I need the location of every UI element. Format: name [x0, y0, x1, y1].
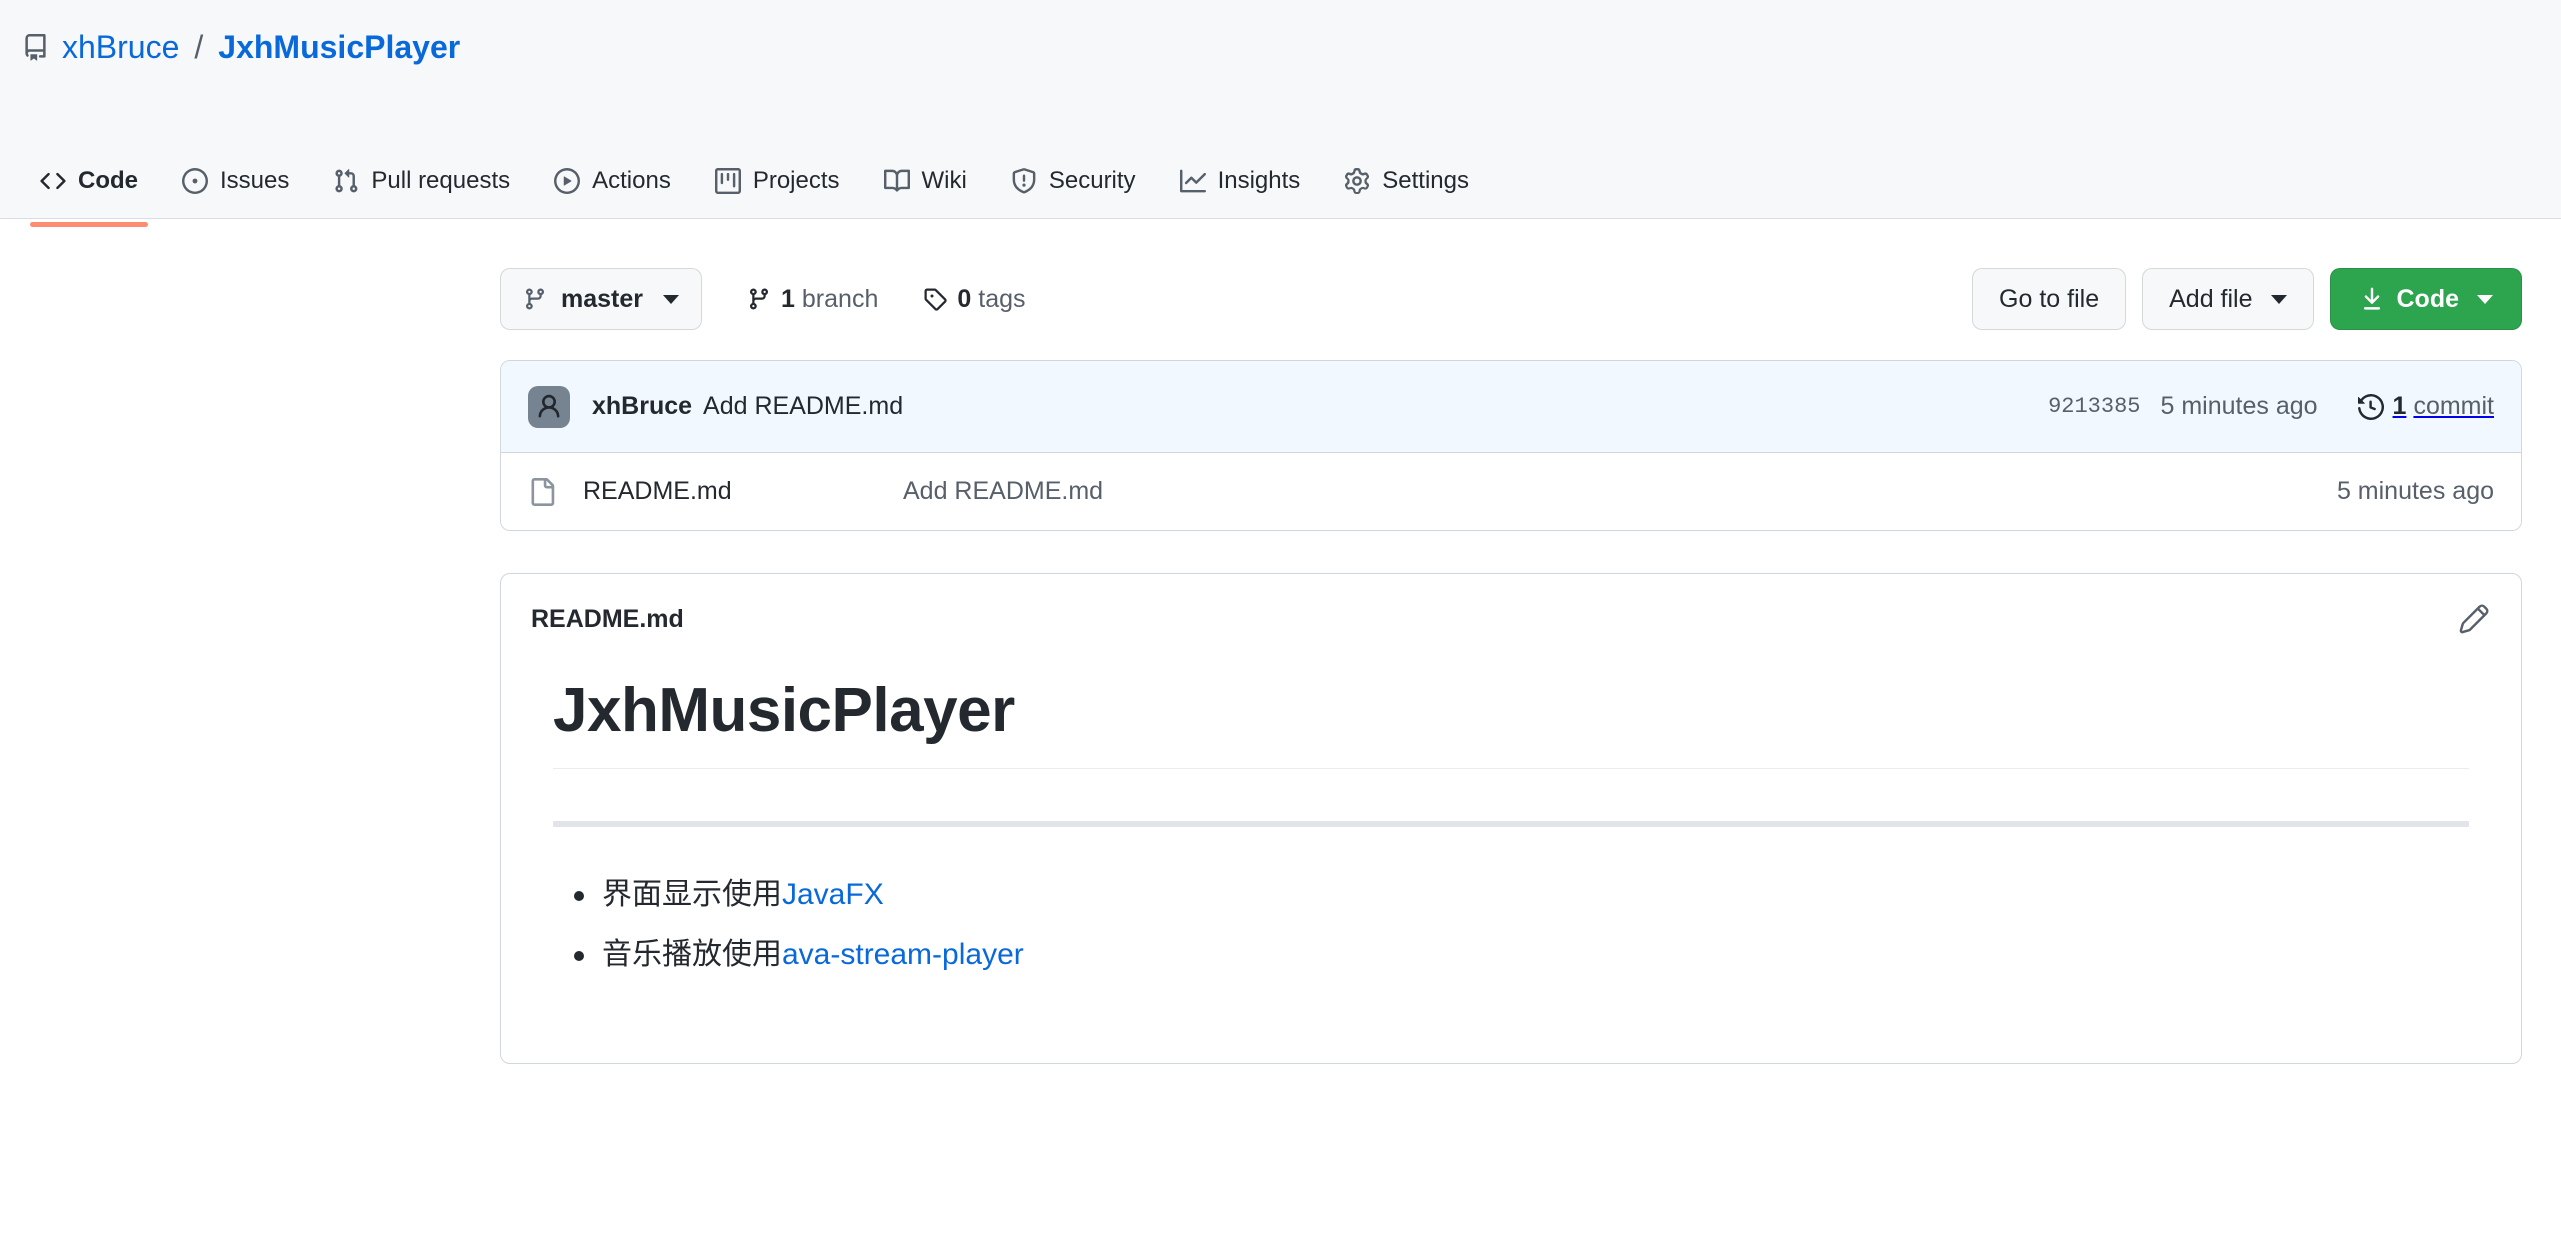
file-name-link[interactable]: README.md: [583, 479, 903, 504]
chevron-down-icon: [2477, 294, 2493, 304]
project-icon: [714, 168, 741, 194]
tag-count-link[interactable]: 0 tags: [923, 284, 1026, 313]
issue-opened-icon: [182, 168, 208, 194]
list-item: 音乐播放使用ava-stream-player: [574, 932, 2469, 979]
readme-heading: JxhMusicPlayer: [553, 672, 2469, 769]
repo-icon: [22, 33, 49, 61]
repo-content-container: master 1 branch 0 tags Go to file Add fi…: [500, 219, 2522, 1064]
chevron-down-icon: [2270, 294, 2287, 304]
tab-insights[interactable]: Insights: [1158, 144, 1323, 218]
commit-count-word: commit: [2413, 392, 2494, 420]
chevron-down-icon: [663, 294, 679, 304]
file-icon: [528, 477, 556, 506]
commit-history-link[interactable]: 1 commit: [2357, 392, 2494, 420]
readme-title: README.md: [531, 604, 684, 633]
code-download-button[interactable]: Code: [2329, 268, 2522, 330]
readme-content: JxhMusicPlayer 界面显示使用JavaFX 音乐播放使用ava-st…: [501, 654, 2521, 1063]
horizontal-rule: [553, 820, 2469, 827]
add-file-button[interactable]: Add file: [2142, 268, 2314, 330]
tab-label-code: Code: [78, 167, 138, 194]
repo-owner-link[interactable]: xhBruce: [62, 31, 179, 63]
tab-label-security: Security: [1048, 167, 1136, 194]
commit-timestamp: 5 minutes ago: [2160, 392, 2318, 420]
download-icon: [2359, 286, 2385, 312]
tag-icon: [923, 287, 948, 311]
file-timestamp: 5 minutes ago: [2336, 477, 2494, 505]
go-to-file-button[interactable]: Go to file: [1972, 268, 2127, 330]
repo-nav: Code Issues Pull requests Actions Projec: [0, 125, 2561, 227]
commit-sha-link[interactable]: 9213385: [2048, 395, 2140, 418]
pencil-icon[interactable]: [2457, 602, 2491, 636]
list-item-link[interactable]: ava-stream-player: [782, 938, 1024, 971]
git-branch-icon: [523, 287, 547, 311]
tab-label-wiki: Wiki: [921, 167, 967, 194]
readme-bullet-list: 界面显示使用JavaFX 音乐播放使用ava-stream-player: [553, 872, 2469, 979]
graph-icon: [1179, 168, 1206, 194]
list-item-link[interactable]: JavaFX: [782, 878, 884, 911]
tab-label-settings: Settings: [1382, 167, 1469, 194]
tab-actions[interactable]: Actions: [532, 144, 693, 218]
shield-icon: [1011, 168, 1037, 194]
tab-label-pull-requests: Pull requests: [371, 167, 511, 194]
gear-icon: [1344, 168, 1370, 194]
tab-projects[interactable]: Projects: [693, 144, 862, 218]
list-item-text: 音乐播放使用: [602, 938, 782, 971]
tab-security[interactable]: Security: [989, 144, 1158, 218]
book-icon: [883, 168, 910, 194]
commit-author-link[interactable]: xhBruce: [592, 394, 692, 419]
readme-box: README.md JxhMusicPlayer 界面显示使用JavaFX 音乐…: [500, 573, 2522, 1064]
file-commit-message[interactable]: Add README.md: [903, 479, 2337, 504]
branch-name-label: master: [561, 284, 643, 313]
avatar[interactable]: [528, 385, 570, 428]
list-item-text: 界面显示使用: [602, 877, 782, 911]
tag-count-word: tags: [978, 284, 1026, 313]
tab-issues[interactable]: Issues: [160, 144, 311, 218]
list-item: 界面显示使用JavaFX: [574, 872, 2469, 919]
branch-selector-button[interactable]: master: [500, 268, 702, 330]
commit-count-number: 1: [2392, 392, 2407, 420]
history-icon: [2357, 393, 2384, 420]
readme-header: README.md: [501, 574, 2521, 654]
commit-message-link[interactable]: Add README.md: [703, 394, 903, 419]
tab-label-issues: Issues: [220, 167, 290, 194]
repo-name-link[interactable]: JxhMusicPlayer: [218, 31, 460, 63]
file-navigation-toolbar: master 1 branch 0 tags Go to file Add fi…: [500, 268, 2522, 330]
code-icon: [40, 168, 66, 194]
play-icon: [554, 168, 581, 194]
tab-label-actions: Actions: [592, 167, 671, 194]
tab-pull-requests[interactable]: Pull requests: [311, 144, 532, 218]
branch-count-link[interactable]: 1 branch: [747, 284, 879, 313]
toolbar-actions: Go to file Add file Code: [1972, 268, 2522, 330]
tab-wiki[interactable]: Wiki: [862, 144, 989, 218]
add-file-label: Add file: [2169, 284, 2253, 313]
branch-count-number: 1: [781, 284, 795, 313]
tab-label-projects: Projects: [752, 167, 840, 194]
tab-code[interactable]: Code: [18, 144, 160, 227]
tab-settings[interactable]: Settings: [1322, 144, 1491, 218]
latest-commit-row: xhBruce Add README.md 9213385 5 minutes …: [501, 361, 2521, 453]
code-button-label: Code: [2396, 284, 2460, 313]
tag-count-number: 0: [957, 284, 972, 313]
commit-meta: 9213385 5 minutes ago 1 commit: [2048, 392, 2494, 420]
table-row[interactable]: README.md Add README.md 5 minutes ago: [501, 453, 2521, 530]
repo-header: xhBruce / JxhMusicPlayer Code Issues Pul…: [0, 0, 2561, 227]
breadcrumb: xhBruce / JxhMusicPlayer: [0, 0, 2561, 72]
tab-label-insights: Insights: [1217, 167, 1301, 194]
git-pull-request-icon: [333, 168, 359, 194]
breadcrumb-separator: /: [194, 29, 204, 65]
git-branch-icon: [747, 287, 771, 311]
page-body: master 1 branch 0 tags Go to file Add fi…: [0, 219, 2561, 1064]
file-listing-box: xhBruce Add README.md 9213385 5 minutes …: [500, 360, 2522, 531]
branch-count-word: branch: [801, 284, 879, 313]
